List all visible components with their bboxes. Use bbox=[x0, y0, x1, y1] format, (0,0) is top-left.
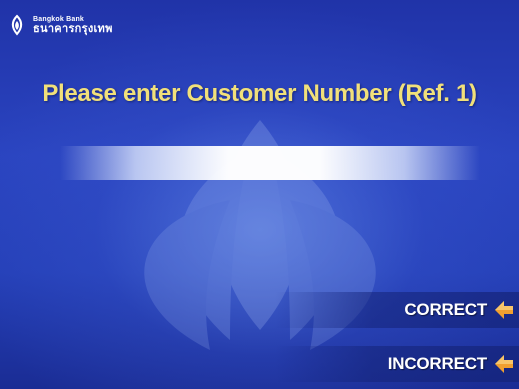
atm-screen: Bangkok Bank ธนาคารกรุงเทพ Please enter … bbox=[0, 0, 519, 389]
arrow-left-icon bbox=[495, 355, 513, 373]
arrow-left-icon bbox=[495, 301, 513, 319]
bank-name-en: Bangkok Bank bbox=[33, 15, 85, 23]
lotus-logo-icon bbox=[11, 14, 23, 36]
page-title: Please enter Customer Number (Ref. 1) bbox=[42, 80, 477, 107]
lotus-watermark-icon bbox=[144, 120, 376, 350]
bank-name-th: ธนาคารกรุงเทพ bbox=[33, 22, 113, 35]
customer-number-input[interactable] bbox=[60, 146, 480, 180]
bank-name: Bangkok Bank ธนาคารกรุงเทพ bbox=[33, 16, 113, 35]
bank-logo: Bangkok Bank ธนาคารกรุงเทพ bbox=[6, 10, 113, 40]
incorrect-button[interactable]: INCORRECT bbox=[275, 346, 519, 382]
incorrect-button-label: INCORRECT bbox=[387, 354, 487, 373]
correct-button-label: CORRECT bbox=[404, 300, 487, 319]
correct-button[interactable]: CORRECT bbox=[275, 292, 519, 328]
